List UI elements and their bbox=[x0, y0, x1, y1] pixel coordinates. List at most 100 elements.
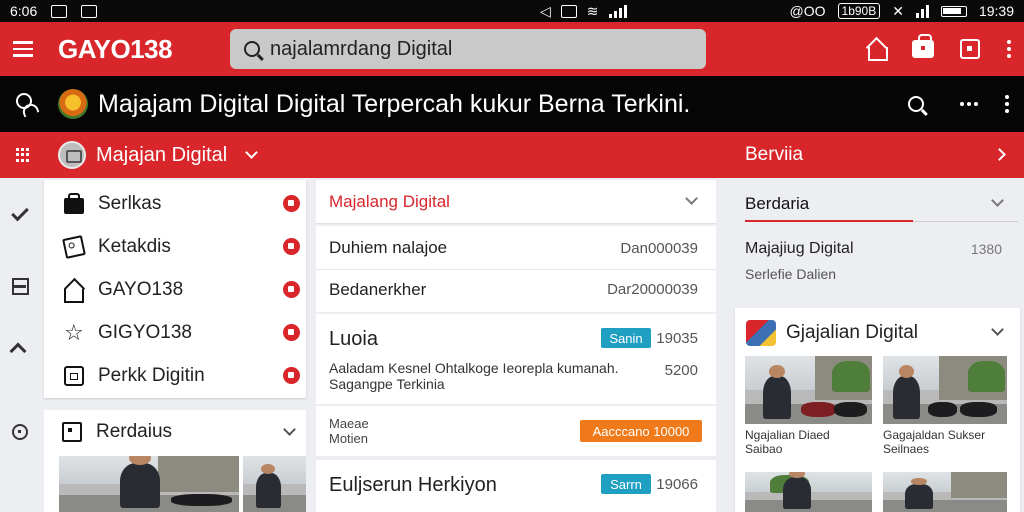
category-logo-icon bbox=[58, 141, 86, 169]
article-title: Luoia bbox=[329, 328, 378, 350]
chevron-down-icon[interactable] bbox=[245, 146, 259, 159]
search-icon bbox=[244, 41, 260, 57]
article-title: Euljserun Herkiyon bbox=[329, 474, 497, 496]
app-icon bbox=[81, 4, 98, 18]
menu-item-perkk-digitin[interactable]: Perkk Digitin bbox=[44, 354, 306, 397]
more-vert-icon-2[interactable] bbox=[1004, 95, 1010, 113]
menu-item-gayo138[interactable]: GAYO138 bbox=[44, 268, 306, 311]
chevron-right-icon[interactable] bbox=[993, 148, 1006, 161]
notification-badge bbox=[283, 195, 300, 212]
star-icon: ☆ bbox=[64, 319, 84, 345]
screen-icon bbox=[64, 365, 84, 386]
article-count-2: 5200 bbox=[664, 362, 698, 379]
article-tag[interactable]: Sanin bbox=[601, 328, 651, 348]
gallery-photo-4[interactable] bbox=[883, 472, 1007, 512]
chevron-down-icon[interactable] bbox=[685, 192, 698, 205]
left-rail bbox=[0, 178, 42, 512]
notification-badge bbox=[283, 238, 300, 255]
status-badge: 1b90B bbox=[837, 3, 881, 19]
gallery-photo-2[interactable] bbox=[883, 356, 1007, 424]
bag-icon bbox=[64, 192, 84, 214]
check-icon[interactable] bbox=[11, 203, 29, 222]
article-tag[interactable]: Sarrn bbox=[601, 474, 651, 494]
info-row[interactable]: Duhiem nalajoe Dan000039 bbox=[316, 228, 716, 268]
chevron-down-icon[interactable] bbox=[991, 323, 1004, 336]
gallery-caption: Ngajalian Diaed Saibao bbox=[745, 428, 830, 456]
chevron-down-icon[interactable] bbox=[991, 194, 1004, 207]
vibrate-icon bbox=[560, 4, 577, 18]
search-input[interactable]: najalamrdang Digital bbox=[230, 29, 706, 69]
user-icon[interactable] bbox=[12, 92, 36, 116]
featured-header[interactable]: Rerdaius bbox=[44, 410, 306, 454]
house-icon bbox=[64, 288, 84, 303]
status-time-right: 19:39 bbox=[978, 3, 1014, 19]
side-tabs: Berdaria Majajiug Digital 1380 Serlefie … bbox=[735, 180, 1024, 296]
shop-bag-icon[interactable] bbox=[912, 34, 934, 58]
gallery-card: Gjajalian Digital Ngajalian Diaed Saibao… bbox=[735, 308, 1020, 512]
headline-bar: Majajam Digital Digital Terpercah kukur … bbox=[0, 76, 1024, 132]
list-header[interactable]: Majalang Digital bbox=[316, 180, 716, 224]
divider bbox=[913, 221, 1018, 222]
app-bar: GAYO138 najalamrdang Digital bbox=[0, 22, 1024, 76]
article-description: Aaladam Kesnel Ohtalkoge Ieorepla kumana… bbox=[329, 360, 619, 392]
record-icon[interactable] bbox=[12, 424, 28, 440]
grid-icon[interactable] bbox=[16, 148, 30, 162]
menu-item-ketakdis[interactable]: Ketakdis bbox=[44, 225, 306, 268]
bluetooth-icon: ✕ bbox=[892, 2, 904, 19]
tab-indicator bbox=[745, 220, 913, 222]
side-item-title[interactable]: Majajiug Digital bbox=[745, 240, 854, 258]
menu-item-label: Serlkas bbox=[98, 192, 162, 214]
menu-item-serlkas[interactable]: Serlkas bbox=[44, 182, 306, 225]
info-row[interactable]: Bedanerkher Dar20000039 bbox=[316, 269, 716, 309]
panel-icon[interactable] bbox=[12, 278, 29, 295]
gallery-icon bbox=[746, 320, 776, 346]
info-card: Duhiem nalajoe Dan000039 Bedanerkher Dar… bbox=[316, 226, 716, 312]
featured-photo-2[interactable] bbox=[243, 456, 306, 512]
more-vert-icon[interactable] bbox=[1006, 40, 1012, 58]
notification-badge bbox=[283, 367, 300, 384]
headline-title: Majajam Digital Digital Terpercah kukur … bbox=[98, 89, 691, 118]
search-value: najalamrdang Digital bbox=[270, 37, 453, 60]
menu-item-label: Ketakdis bbox=[98, 235, 171, 257]
menu-item-gigyo138[interactable]: ☆ GIGYO138 bbox=[44, 311, 306, 354]
featured-photo-1[interactable] bbox=[59, 456, 239, 512]
list-header-title: Majalang Digital bbox=[329, 191, 450, 211]
gallery-caption: Gagajaldan Sukser Seilnaes bbox=[883, 428, 986, 456]
home-icon[interactable] bbox=[866, 39, 888, 61]
chevron-up-icon[interactable] bbox=[9, 342, 27, 360]
volume-icon: ◁ bbox=[540, 2, 551, 19]
article-list: Majalang Digital Duhiem nalajoe Dan00003… bbox=[316, 180, 716, 512]
brand-logo[interactable]: GAYO138 bbox=[58, 34, 228, 65]
category-right-label[interactable]: Berviia bbox=[745, 132, 803, 178]
article-subtitle: Maeae Motien bbox=[329, 416, 369, 446]
article-item[interactable]: Euljserun Herkiyon Sarrn 19066 bbox=[316, 460, 716, 512]
notification-badge bbox=[283, 281, 300, 298]
gallery-photo-3[interactable] bbox=[745, 472, 872, 512]
info-value: Dan000039 bbox=[620, 239, 698, 257]
gallery-title[interactable]: Gjajalian Digital bbox=[786, 322, 918, 344]
menu-icon[interactable] bbox=[0, 22, 46, 76]
image-icon bbox=[51, 4, 68, 18]
menu-card: Serlkas Ketakdis GAYO138 ☆ GIGYO138 Perk… bbox=[44, 180, 306, 398]
article-item[interactable]: Maeae Motien Aacccano 10000 bbox=[316, 406, 716, 456]
site-logo-icon bbox=[58, 89, 88, 119]
side-item-subtitle: Serlefie Dalien bbox=[745, 266, 837, 282]
tablet-icon[interactable] bbox=[960, 39, 980, 59]
featured-card: Rerdaius bbox=[44, 410, 306, 512]
article-item[interactable]: Luoia Sanin 19035 Aaladam Kesnel Ohtalko… bbox=[316, 314, 716, 404]
side-tab-active[interactable]: Berdaria bbox=[745, 194, 809, 214]
info-key: Duhiem nalajoe bbox=[329, 238, 448, 257]
gallery-photo-1[interactable] bbox=[745, 356, 872, 424]
article-count: 19035 bbox=[656, 330, 698, 347]
category-bar: Majajan Digital Berviia bbox=[0, 132, 1024, 178]
more-horiz-icon[interactable] bbox=[960, 102, 978, 106]
side-item-count: 1380 bbox=[970, 241, 1002, 257]
article-cta-button[interactable]: Aacccano 10000 bbox=[580, 420, 702, 442]
tag-icon bbox=[62, 234, 86, 259]
notification-badge bbox=[283, 324, 300, 341]
search-icon-2[interactable] bbox=[908, 96, 924, 112]
chevron-down-icon[interactable] bbox=[283, 423, 296, 436]
status-bar: 6:06 ◁ ≋ @OO 1b90B ✕ 19:39 bbox=[0, 0, 1024, 22]
wifi-icon: ≋ bbox=[586, 2, 599, 19]
category-title[interactable]: Majajan Digital bbox=[96, 144, 227, 167]
